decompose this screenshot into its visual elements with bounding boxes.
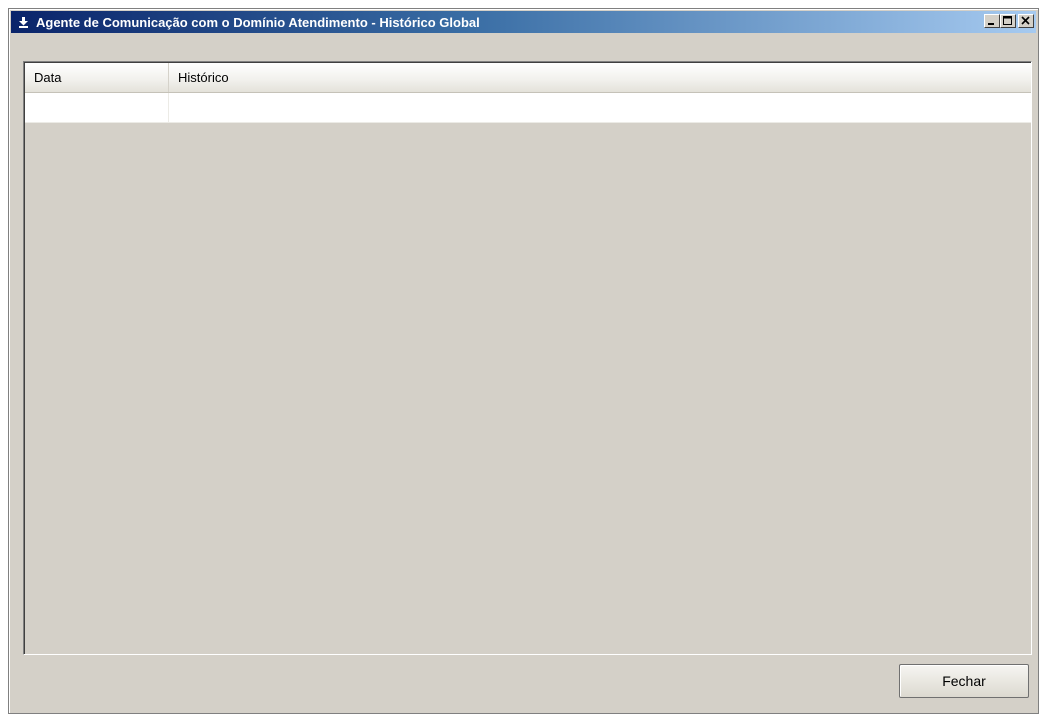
title-bar[interactable]: Agente de Comunicação com o Domínio Aten… xyxy=(11,11,1036,33)
window-title: Agente de Comunicação com o Domínio Aten… xyxy=(36,14,480,30)
maximize-icon xyxy=(1003,16,1012,25)
caption-buttons xyxy=(984,14,1034,28)
column-header-historico[interactable]: Histórico xyxy=(169,63,1031,92)
history-grid[interactable]: Data Histórico xyxy=(23,61,1032,655)
close-window-button[interactable]: Fechar xyxy=(899,664,1029,698)
cell-data[interactable] xyxy=(25,93,169,122)
column-header-data[interactable]: Data xyxy=(25,63,169,92)
minimize-icon xyxy=(988,23,994,25)
download-arrow-icon xyxy=(16,15,30,29)
grid-header: Data Histórico xyxy=(25,63,1031,93)
table-row[interactable] xyxy=(25,93,1031,123)
maximize-button[interactable] xyxy=(1000,14,1016,28)
minimize-button[interactable] xyxy=(984,14,1000,28)
close-icon xyxy=(1021,16,1030,25)
close-button[interactable] xyxy=(1018,14,1034,28)
cell-historico[interactable] xyxy=(169,93,1031,122)
history-window: Agente de Comunicação com o Domínio Aten… xyxy=(8,8,1039,714)
